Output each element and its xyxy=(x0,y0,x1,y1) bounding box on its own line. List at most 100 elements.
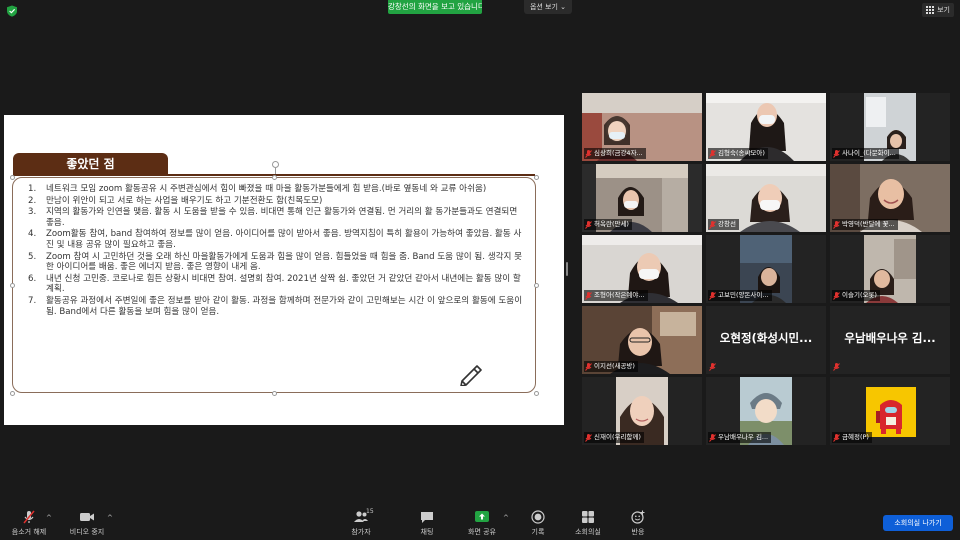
share-options-caret[interactable]: ^ xyxy=(503,514,509,522)
mic-off-icon xyxy=(833,220,840,229)
mic-off-icon xyxy=(585,291,592,300)
participant-name-label: 사나이_(다문화이... xyxy=(832,148,899,159)
gallery-view-button[interactable]: 보기 xyxy=(922,3,954,17)
mic-off-icon xyxy=(585,433,592,442)
list-item: 3. 지역의 활동가와 인연을 맺음. 활동 시 도움을 받을 수 있음. 비대면… xyxy=(28,207,518,228)
participant-tile[interactable]: 박영덕(반달에 꽃... xyxy=(830,164,950,232)
selection-handle xyxy=(534,283,539,288)
record-icon xyxy=(531,510,545,524)
participant-tile-active-speaker[interactable]: 강창선 xyxy=(706,164,826,232)
panel-splitter[interactable] xyxy=(566,262,568,276)
selection-handle xyxy=(10,175,15,180)
reactions-label: 반응 xyxy=(631,528,645,536)
audio-options-caret[interactable]: ^ xyxy=(46,514,52,522)
mic-off-icon xyxy=(709,433,716,442)
breakout-rooms-label: 소회의실 xyxy=(575,528,601,536)
shield-icon[interactable] xyxy=(6,5,18,17)
mic-off-icon xyxy=(709,291,716,300)
participant-big-name: 우남배우나우 김... xyxy=(844,331,936,345)
selection-handle xyxy=(272,391,277,396)
selection-handle xyxy=(10,391,15,396)
participant-name-label: 금혜정(P) xyxy=(832,432,872,443)
mic-off-icon xyxy=(833,433,840,442)
video-camera-icon xyxy=(80,513,94,521)
selection-handle xyxy=(534,175,539,180)
participant-big-name: 오현정(화성시민... xyxy=(719,331,813,345)
leave-breakout-room-button[interactable]: 소회의실 나가기 xyxy=(883,515,953,531)
participant-name-label: 신재이(우리함께) xyxy=(584,432,644,443)
selection-handle xyxy=(272,175,277,180)
chat-button[interactable]: 채팅 xyxy=(404,510,450,537)
list-item: 6. 내년 신청 고민중. 코로나로 힘든 상황시 비대면 참여. 설명회 참여.… xyxy=(28,273,521,295)
breakout-rooms-icon xyxy=(582,511,594,523)
participant-tile[interactable]: 신재이(우리함께) xyxy=(582,377,702,445)
record-button[interactable]: 기록 xyxy=(515,510,561,537)
meeting-toolbar: 음소거 해제 ^ 비디오 중지 ^ 15 참가자 채팅 화면 공유 ^ 기록 소… xyxy=(0,504,960,540)
stop-video-label: 비디오 중지 xyxy=(69,528,105,536)
list-item: 1. 네트워크 모임 zoom 활동공유 시 주변관심에서 힘이 빠졌을 때 마을… xyxy=(28,184,487,194)
list-item: 7. 활동공유 과정에서 주변일에 좋은 정보를 받아 같이 활동. 과정을 함께… xyxy=(28,295,523,317)
participant-name-label: 허옥란(만세) xyxy=(584,219,632,230)
selection-handle xyxy=(534,391,539,396)
chat-label: 채팅 xyxy=(420,528,434,536)
chat-icon xyxy=(421,512,433,523)
breakout-rooms-button[interactable]: 소회의실 xyxy=(565,510,611,537)
participant-name-label: 김형숙(송씨모아) xyxy=(708,148,768,159)
mic-off-icon xyxy=(585,149,592,158)
screen-share-banner: 강창선의 화면을 보고 있습니다. xyxy=(388,0,482,14)
mic-off-icon xyxy=(833,149,840,158)
participant-tile[interactable]: 심상희(금강4자... xyxy=(582,93,702,161)
feedback-list: 1. 네트워크 모임 zoom 활동공유 시 주변관심에서 힘이 빠졌을 때 마을… xyxy=(26,184,526,318)
participant-tile[interactable]: 이지선(새공방) xyxy=(582,306,702,374)
rotate-handle-line xyxy=(275,168,276,174)
mic-off-icon xyxy=(833,291,840,300)
rotate-handle xyxy=(272,161,279,168)
participant-tile-video-off[interactable]: 우남배우나우 김... xyxy=(830,306,950,374)
participant-tile[interactable]: 고보민(양돈사이... xyxy=(706,235,826,303)
participant-count: 15 xyxy=(366,508,374,515)
participant-tile[interactable]: 조형아(작은예야... xyxy=(582,235,702,303)
participant-name-label: 박영덕(반달에 꽃... xyxy=(832,219,898,230)
participant-tile[interactable]: 사나이_(다문화이... xyxy=(830,93,950,161)
microphone-muted-icon xyxy=(23,510,35,524)
participant-name-label: 이슬기(오롯) xyxy=(832,290,880,301)
view-options-button[interactable]: 옵션 보기 ⌄ xyxy=(524,0,572,14)
participant-tile[interactable]: 김형숙(송씨모아) xyxy=(706,93,826,161)
participants-button[interactable]: 15 참가자 xyxy=(338,508,384,537)
list-item: 5. Zoom 참여 시 고민하던 것을 오래 하신 마을활동가에게 도움과 힘을… xyxy=(28,251,523,273)
mic-off-icon xyxy=(585,362,592,371)
view-label: 보기 xyxy=(937,6,950,14)
participant-name-label: 우남배우나우 김... xyxy=(708,432,772,443)
participant-name-label: 강창선 xyxy=(708,219,739,230)
stop-video-button[interactable]: 비디오 중지 xyxy=(64,510,110,537)
participant-tile-video-off[interactable]: 오현정(화성시민... xyxy=(706,306,826,374)
slide-heading: 좋았던 점 xyxy=(13,153,168,175)
share-screen-label: 화면 공유 xyxy=(468,528,496,536)
mic-off-icon xyxy=(709,363,716,371)
mic-off-icon xyxy=(709,149,716,158)
participant-name-label: 고보민(양돈사이... xyxy=(708,290,772,301)
participant-tile[interactable]: 이슬기(오롯) xyxy=(830,235,950,303)
mic-off-icon xyxy=(585,220,592,229)
share-screen-button[interactable]: 화면 공유 xyxy=(459,510,505,537)
grid-icon xyxy=(926,6,935,14)
participants-label: 참가자 xyxy=(351,528,371,536)
zoom-meeting-window: 강창선의 화면을 보고 있습니다. 옵션 보기 ⌄ 보기 좋았던 점 1. 네트워… xyxy=(0,0,960,540)
record-label: 기록 xyxy=(531,528,545,536)
participant-name-label: 이지선(새공방) xyxy=(584,361,638,372)
shared-screen-slide: 좋았던 점 1. 네트워크 모임 zoom 활동공유 시 주변관심에서 힘이 빠졌… xyxy=(4,115,564,425)
selection-handle xyxy=(10,283,15,288)
mic-off-icon xyxy=(833,363,840,371)
unmute-label: 음소거 해제 xyxy=(11,528,47,536)
mic-off-icon xyxy=(709,220,716,229)
smiley-plus-icon xyxy=(631,510,645,524)
video-options-caret[interactable]: ^ xyxy=(107,514,113,522)
list-item: 2. 만남이 위안이 되고 서로 하는 사업을 배우기도 하고 기분전환도 함(친… xyxy=(28,195,323,206)
participant-tile[interactable]: 허옥란(만세) xyxy=(582,164,702,232)
list-item: 4. Zoom활동 참여, band 참여하여 정보를 많이 얻음. 아이디어를 … xyxy=(28,229,522,250)
share-screen-icon xyxy=(475,511,489,522)
reactions-button[interactable]: 반응 xyxy=(615,510,661,537)
participant-tile[interactable]: 금혜정(P) xyxy=(830,377,950,445)
pencil-icon xyxy=(460,365,482,386)
participant-tile[interactable]: 우남배우나우 김... xyxy=(706,377,826,445)
